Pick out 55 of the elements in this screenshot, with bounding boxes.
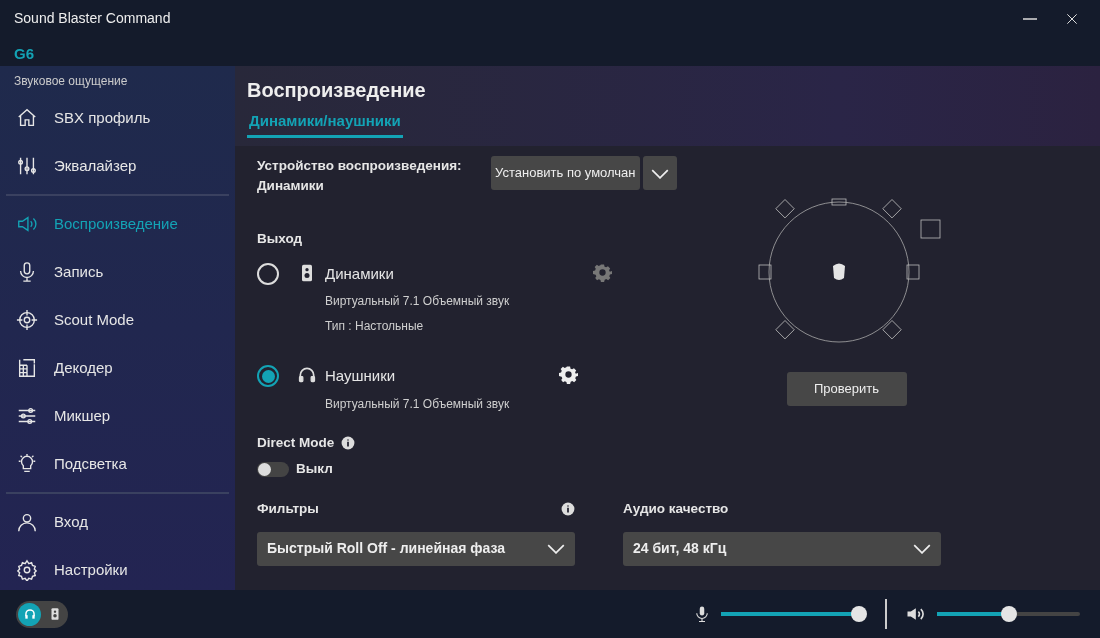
dropdown-field[interactable]: Быстрый Roll Off - линейная фаза	[257, 531, 575, 566]
settings-icon[interactable]	[559, 365, 579, 385]
chevron-down-icon	[651, 168, 669, 179]
device-name: G6	[14, 44, 35, 64]
output-label: Выход	[257, 229, 304, 248]
toggle-switch[interactable]	[257, 461, 289, 477]
dropdown-button[interactable]	[643, 156, 677, 190]
headphones-icon	[22, 607, 37, 621]
sidebar-item[interactable]: SBX профиль	[6, 94, 229, 142]
output-name: Наушники	[325, 366, 397, 387]
chevron-down-icon	[913, 543, 931, 554]
dropdown-field[interactable]: 24 бит, 48 кГц	[623, 531, 941, 566]
device-label: Устройство воспроизведения:	[257, 157, 463, 175]
equalizer-icon	[16, 155, 38, 177]
output-detail: Виртуальный 7.1 Объемный звук	[325, 395, 510, 413]
light-bulb-icon	[16, 453, 38, 475]
sidebar-item[interactable]: Запись	[6, 248, 229, 296]
sidebar-item[interactable]: Эквалайзер	[6, 142, 229, 190]
minimize-icon	[1022, 18, 1038, 21]
sidebar-item[interactable]: Подсветка	[6, 440, 229, 488]
sidebar-item[interactable]: Микшер	[6, 392, 229, 440]
speaker-icon	[16, 213, 38, 235]
slider-thumb[interactable]	[1000, 606, 1017, 622]
decoder-icon	[16, 357, 38, 379]
radio-button[interactable]	[257, 365, 279, 388]
test-button[interactable]: Проверить	[786, 372, 907, 406]
page-title: Воспроизведение	[247, 78, 427, 102]
sidebar-item[interactable]: Вход	[6, 498, 229, 546]
output-switch[interactable]	[16, 600, 68, 628]
settings-icon	[16, 559, 38, 581]
output-name: Динамики	[325, 263, 395, 284]
app-title: Sound Blaster Command	[14, 9, 171, 28]
info-icon	[341, 435, 356, 450]
microphone-icon	[693, 605, 711, 623]
sidebar-item[interactable]: Scout Mode	[6, 296, 229, 344]
section-label: Звуковое ощущение	[13, 73, 129, 90]
home-icon	[16, 107, 38, 129]
sidebar-item[interactable]: Настройки	[6, 546, 229, 594]
toggle-state: Выкл	[296, 460, 333, 478]
tab[interactable]: Динамики/наушники	[247, 110, 403, 138]
field-label: Фильтры	[257, 500, 319, 519]
crosshair-icon	[16, 309, 38, 331]
output-detail: Тип : Настольные	[325, 318, 425, 336]
slider-thumb[interactable]	[851, 606, 867, 622]
info-icon	[561, 502, 575, 517]
set-default-button[interactable]: Установить по умолчан	[491, 156, 640, 190]
sliders-icon	[16, 405, 38, 427]
chevron-down-icon	[547, 543, 565, 554]
sidebar-item[interactable]: Декодер	[6, 344, 229, 392]
device-value: Динамики	[257, 177, 325, 196]
user-icon	[16, 511, 38, 533]
direct-mode-label: Direct Mode	[257, 433, 335, 452]
output-detail: Виртуальный 7.1 Объемный звук	[325, 293, 510, 311]
field-label: Аудио качество	[623, 500, 729, 519]
sidebar-item[interactable]: Воспроизведение	[6, 200, 229, 248]
